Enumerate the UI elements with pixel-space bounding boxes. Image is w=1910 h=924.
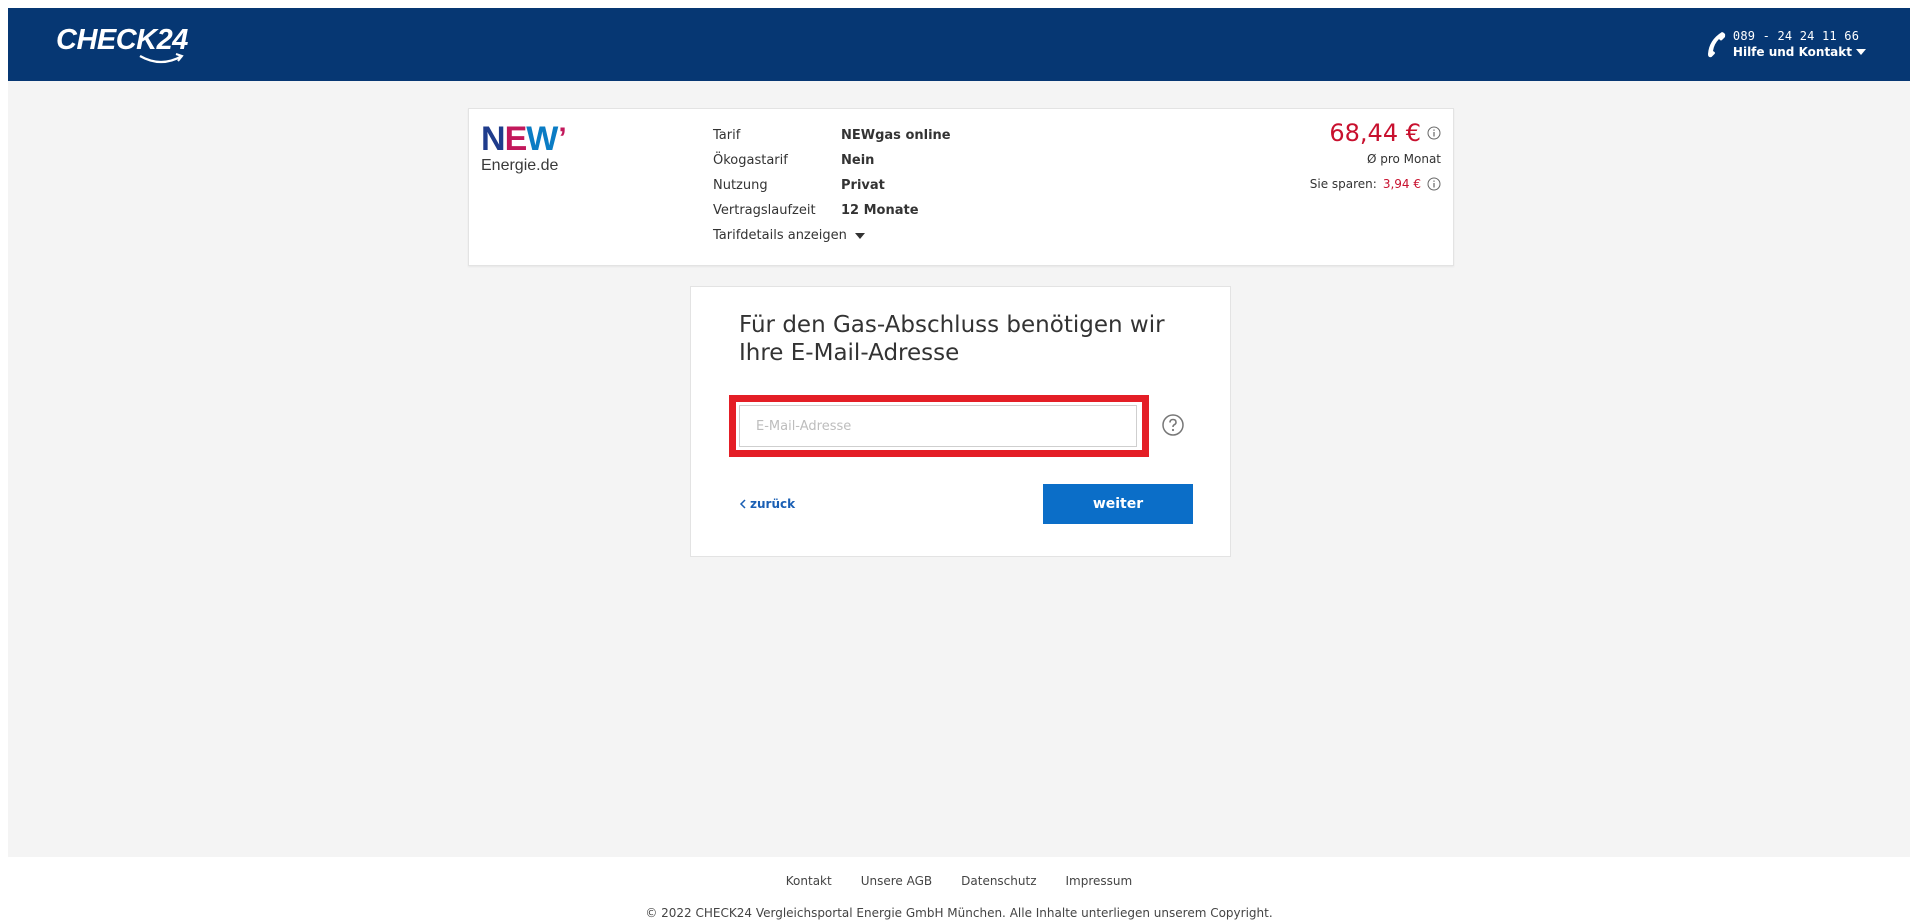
copyright-text: © 2022 CHECK24 Vergleichsportal Energie …: [645, 906, 1273, 920]
logo-apostrophe: ’: [558, 122, 566, 155]
back-link[interactable]: zurück: [739, 497, 795, 511]
tariff-row-value: 12 Monate: [841, 203, 919, 218]
check24-logo[interactable]: CHECK24: [56, 24, 188, 64]
chevron-down-icon: [1856, 49, 1866, 55]
tariff-row-value: NEWgas online: [841, 128, 951, 143]
chevron-down-icon: [854, 232, 865, 239]
price-box: 68,44 € Ø pro Monat Sie sparen: 3,94 €: [1310, 119, 1441, 197]
chevron-left-icon: [739, 499, 746, 509]
tariff-details-toggle[interactable]: Tarifdetails anzeigen: [713, 223, 951, 248]
tariff-row: Nutzung Privat: [713, 173, 951, 198]
main-content: N E W’ Energie.de Tarif NEWgas online Ökog…: [8, 81, 1910, 857]
tariff-row-value: Privat: [841, 178, 885, 193]
info-icon[interactable]: [1427, 126, 1441, 140]
tariff-row-label: Tarif: [713, 128, 741, 143]
savings-line: Sie sparen: 3,94 €: [1310, 171, 1441, 197]
footer-link-agb[interactable]: Unsere AGB: [861, 874, 932, 888]
provider-logo-subtext: Energie.de: [481, 157, 559, 174]
savings-amount: 3,94 €: [1382, 177, 1421, 191]
phone-number[interactable]: 089 - 24 24 11 66: [1733, 28, 1866, 44]
next-button[interactable]: weiter: [1043, 484, 1193, 524]
footer-link-kontakt[interactable]: Kontakt: [786, 874, 832, 888]
per-month-label: Ø pro Monat: [1366, 152, 1441, 166]
header-bar: CHECK24 089 - 24 24 11 66 Hilfe und Kont…: [8, 8, 1910, 81]
provider-logo-mark: N E W’: [481, 120, 601, 158]
back-label: zurück: [750, 497, 796, 511]
provider-logo: N E W’ Energie.de: [481, 120, 601, 183]
tariff-row-label: Vertragslaufzeit: [713, 203, 816, 218]
savings-label: Sie sparen:: [1309, 177, 1377, 191]
tariff-row: Ökogastarif Nein: [713, 148, 951, 173]
logo-swoosh-icon: [139, 53, 184, 64]
tariff-row-label: Nutzung: [713, 178, 768, 193]
tariff-row: Vertragslaufzeit 12 Monate: [713, 198, 951, 223]
tariff-row-value: Nein: [841, 153, 875, 168]
tariff-summary-card: N E W’ Energie.de Tarif NEWgas online Ökog…: [468, 108, 1454, 266]
email-input[interactable]: [739, 405, 1137, 447]
help-label: Hilfe und Kontakt: [1732, 45, 1852, 59]
phone-icon: [1707, 32, 1726, 58]
footer-links: Kontakt Unsere AGB Datenschutz Impressum: [8, 874, 1910, 888]
footer: Kontakt Unsere AGB Datenschutz Impressum…: [8, 857, 1910, 924]
page: CHECK24 089 - 24 24 11 66 Hilfe und Kont…: [8, 8, 1910, 924]
logo-letter-n: N: [481, 120, 506, 158]
info-icon[interactable]: [1427, 177, 1441, 191]
help-contact-dropdown[interactable]: Hilfe und Kontakt: [1733, 44, 1866, 60]
monthly-price: 68,44 €: [1329, 119, 1421, 147]
logo-letter-e: E: [504, 120, 528, 158]
tariff-row: Tarif NEWgas online: [713, 123, 951, 148]
tariff-details-table: Tarif NEWgas online Ökogastarif Nein Nut…: [713, 123, 951, 248]
footer-link-datenschutz[interactable]: Datenschutz: [961, 874, 1036, 888]
contact-menu[interactable]: 089 - 24 24 11 66 Hilfe und Kontakt: [1707, 28, 1866, 64]
email-form-title: Für den Gas-Abschluss benötigen wir Ihre…: [739, 312, 1165, 366]
price-line: 68,44 €: [1310, 119, 1441, 147]
email-form-card: Für den Gas-Abschluss benötigen wir Ihre…: [690, 286, 1231, 557]
tariff-details-label: Tarifdetails anzeigen: [713, 228, 847, 243]
logo-letter-w: W: [526, 120, 558, 158]
footer-link-impressum[interactable]: Impressum: [1066, 874, 1133, 888]
tariff-row-label: Ökogastarif: [713, 153, 788, 168]
question-mark-icon[interactable]: [1161, 413, 1185, 437]
